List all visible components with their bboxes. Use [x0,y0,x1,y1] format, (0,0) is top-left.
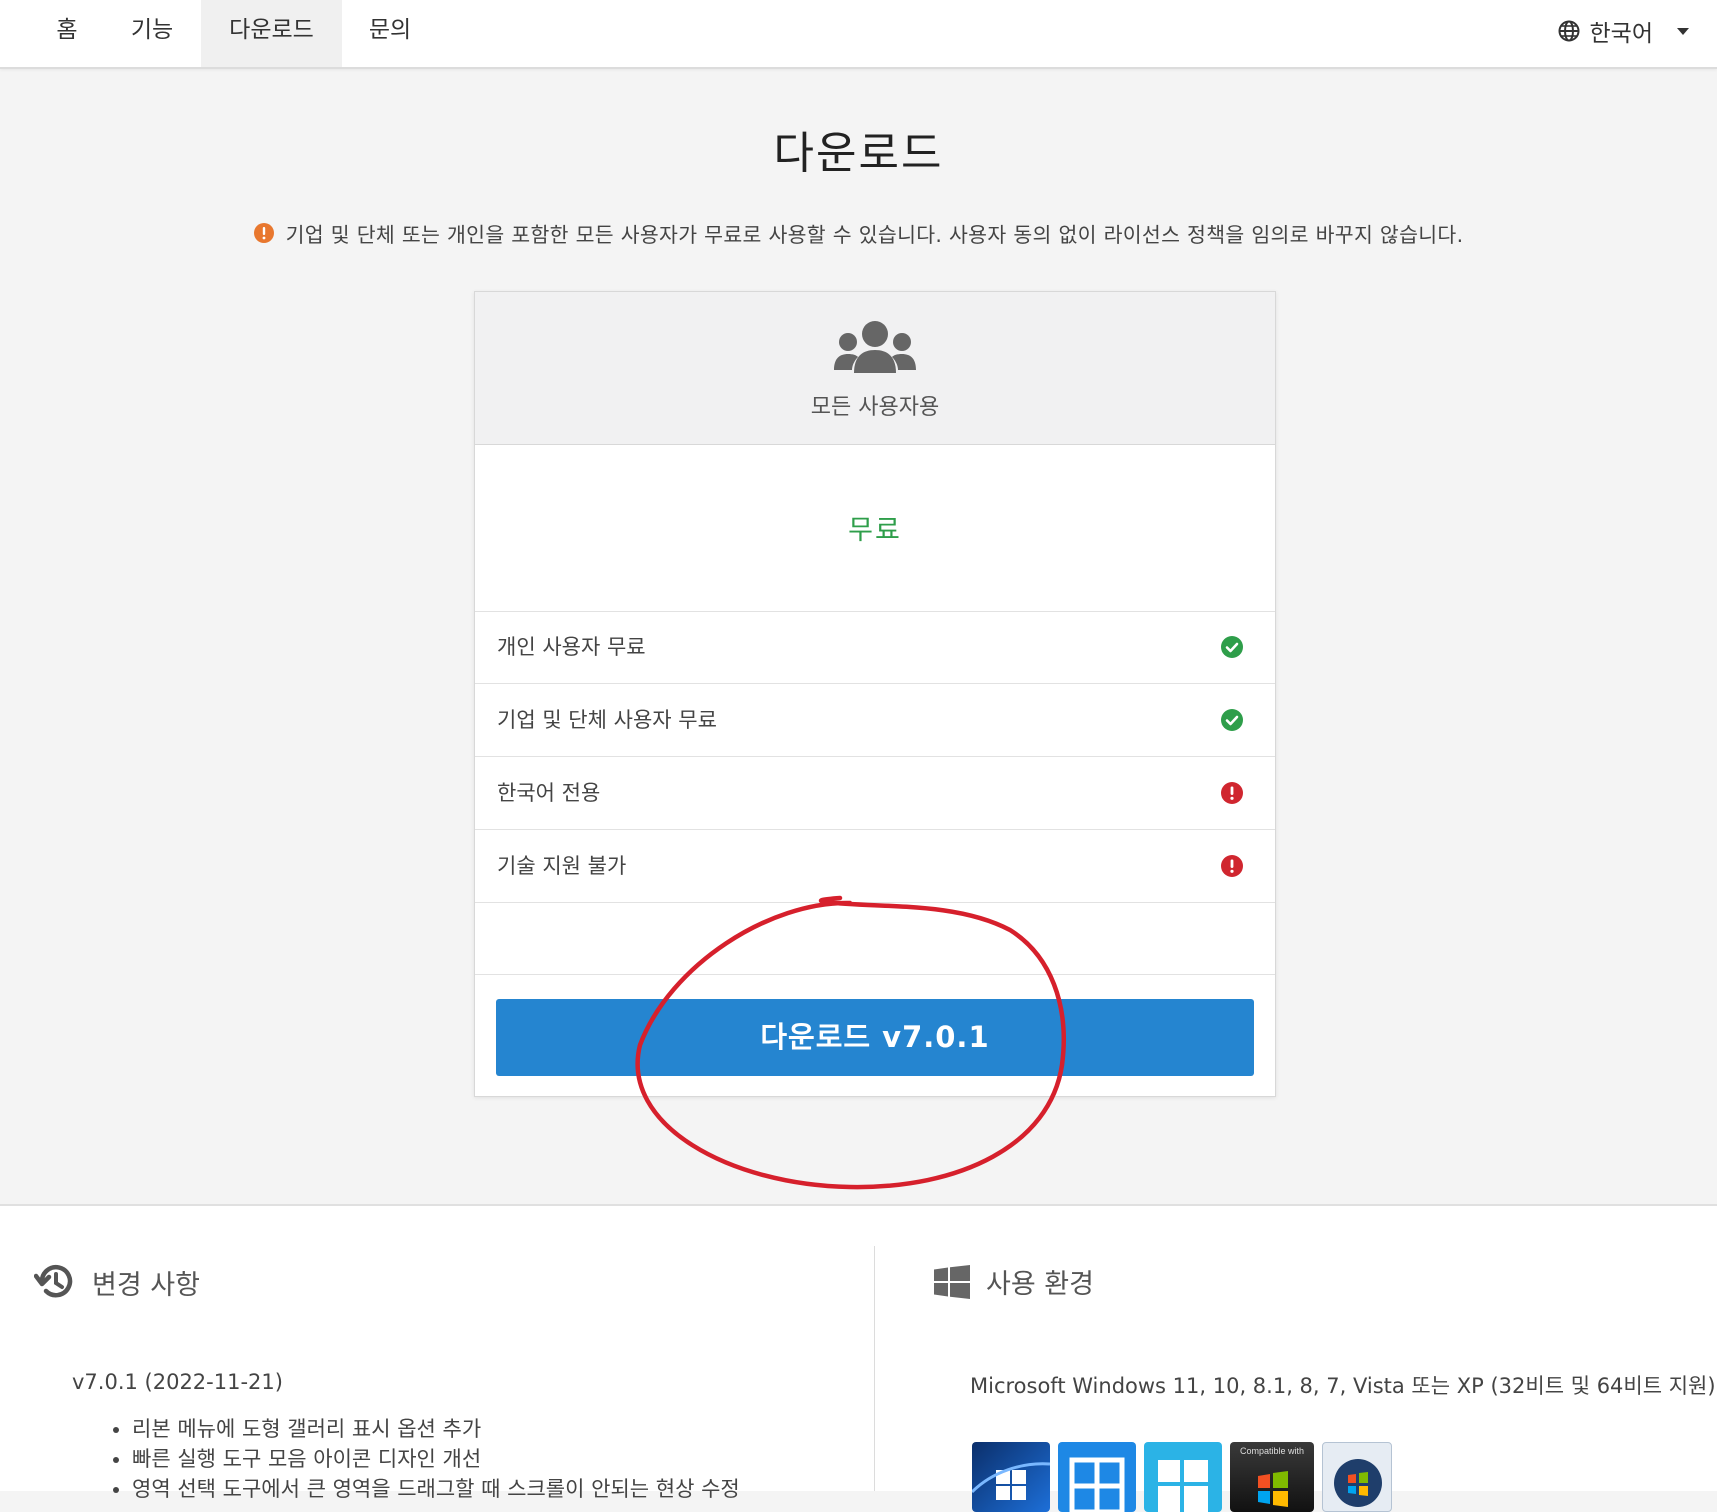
requirements-heading: 사용 환경 [934,1262,1094,1301]
windows-7-compatible-badge: Compatible with [1230,1442,1314,1512]
changelog-list: 리본 메뉴에 도형 갤러리 표시 옵션 추가 빠른 실행 도구 모음 아이콘 디… [100,1414,740,1504]
changelog-title: 변경 사항 [92,1269,200,1301]
nav-features[interactable]: 기능 [112,0,192,67]
license-notice: 기업 및 단체 또는 개인을 포함한 모든 사용자가 무료로 사용할 수 있습니… [0,218,1717,248]
requirements-text: Microsoft Windows 11, 10, 8.1, 8, 7, Vis… [970,1374,1716,1398]
page-title: 다운로드 [773,128,944,179]
plan-card: 모든 사용자용 무료 개인 사용자 무료 기업 및 단체 사용자 무료 한국어 … [474,291,1276,1097]
top-nav: 홈 기능 다운로드 문의 한국어 [0,0,1717,69]
feature-row: 개인 사용자 무료 [475,611,1275,684]
feature-label: 기업 및 단체 사용자 무료 [497,708,717,732]
plan-card-header: 모든 사용자용 [475,292,1275,445]
license-notice-text: 기업 및 단체 또는 개인을 포함한 모든 사용자가 무료로 사용할 수 있습니… [285,223,1464,247]
empty-feature-row [475,903,1275,975]
info-section: 변경 사항 v7.0.1 (2022-11-21) 리본 메뉴에 도형 갤러리 … [0,1204,1717,1512]
list-item: 영역 선택 도구에서 큰 영역을 드래그할 때 스크롤이 안되는 현상 수정 [132,1474,740,1504]
windows-11-badge [972,1442,1050,1512]
check-circle-icon [1221,636,1243,658]
changelog-heading: 변경 사항 [34,1262,200,1302]
globe-icon [1558,20,1580,42]
changelog-version: v7.0.1 (2022-11-21) [72,1370,283,1394]
os-badges: Compatible with [972,1442,1392,1512]
windows-vista-badge [1322,1442,1392,1512]
nav-contact[interactable]: 문의 [350,0,430,67]
users-icon [834,321,916,373]
windows-8-badge [1144,1442,1222,1512]
language-selector[interactable]: 한국어 [1558,0,1689,62]
exclamation-circle-icon [1221,855,1243,877]
plan-price: 무료 [475,444,1275,612]
feature-label: 기술 지원 불가 [497,854,627,878]
feature-row: 한국어 전용 [475,757,1275,830]
feature-label: 한국어 전용 [497,781,601,805]
nav-home[interactable]: 홈 [42,0,92,67]
check-circle-icon [1221,709,1243,731]
chevron-down-icon [1677,27,1689,35]
warning-circle-icon [253,223,274,243]
windows-icon [934,1264,970,1299]
column-divider [874,1246,875,1491]
download-button[interactable]: 다운로드 v7.0.1 [496,999,1254,1076]
feature-label: 개인 사용자 무료 [497,635,646,659]
windows-10-badge [1058,1442,1136,1512]
feature-row: 기술 지원 불가 [475,830,1275,903]
feature-row: 기업 및 단체 사용자 무료 [475,684,1275,757]
plan-audience: 모든 사용자용 [810,395,940,420]
language-label: 한국어 [1589,21,1653,47]
nav-download[interactable]: 다운로드 [201,0,342,67]
list-item: 리본 메뉴에 도형 갤러리 표시 옵션 추가 [132,1414,740,1444]
list-item: 빠른 실행 도구 모음 아이콘 디자인 개선 [132,1444,740,1474]
exclamation-circle-icon [1221,782,1243,804]
requirements-title: 사용 환경 [986,1269,1094,1300]
history-icon [34,1264,73,1298]
